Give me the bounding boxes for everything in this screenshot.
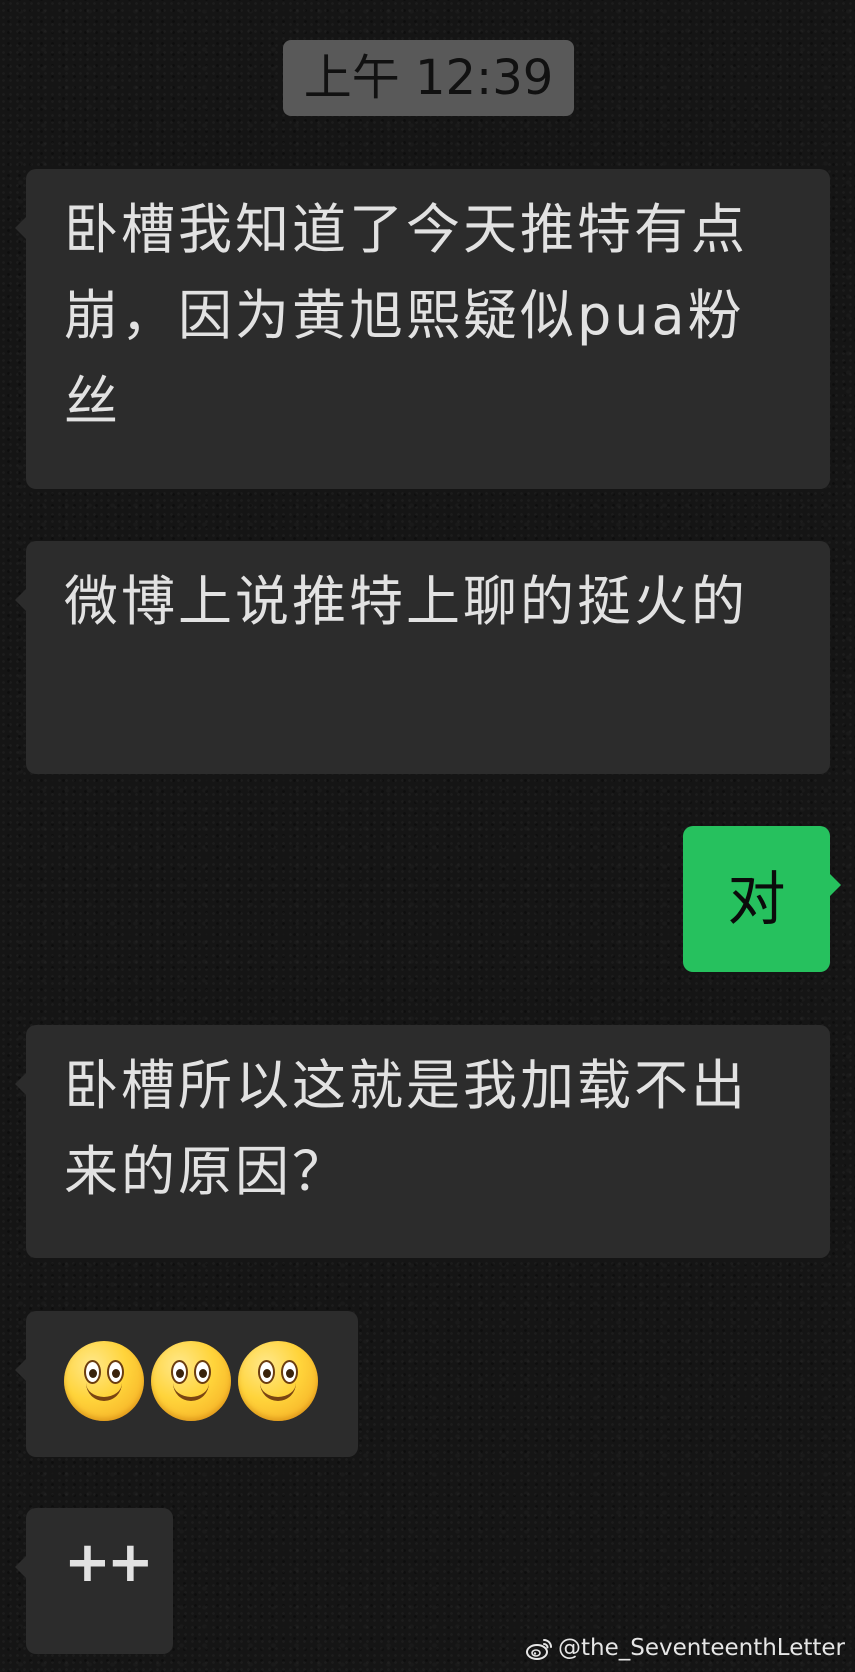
- timestamp: 上午 12:39: [283, 40, 574, 116]
- message-text: 对: [727, 865, 786, 933]
- message-text: 卧槽所以这就是我加载不出来的原因？: [64, 1054, 748, 1203]
- smile-emoji-icon: [64, 1341, 144, 1421]
- weibo-watermark: @the_SeventeenthLetter: [525, 1632, 845, 1664]
- message-bubble-incoming[interactable]: 卧槽所以这就是我加载不出来的原因？: [15, 1025, 830, 1258]
- message-bubble-incoming[interactable]: 卧槽我知道了今天推特有点崩，因为黄旭熙疑似pua粉丝: [15, 169, 830, 489]
- message-bubble-incoming[interactable]: 微博上说推特上聊的挺火的: [15, 541, 830, 774]
- message-bubble-emoji[interactable]: [15, 1311, 358, 1457]
- smile-emoji-icon: [151, 1341, 231, 1421]
- watermark-text: @the_SeventeenthLetter: [557, 1635, 845, 1661]
- message-bubble-outgoing[interactable]: 对: [683, 826, 841, 972]
- message-text: 微博上说推特上聊的挺火的: [64, 570, 748, 633]
- message-text: 卧槽我知道了今天推特有点崩，因为黄旭熙疑似pua粉丝: [64, 198, 748, 433]
- weibo-icon: [525, 1638, 552, 1660]
- smile-emoji-icon: [238, 1341, 318, 1421]
- message-text: ++: [64, 1530, 154, 1595]
- message-bubble-incoming[interactable]: ++: [15, 1508, 173, 1654]
- chat-area: 上午 12:39 卧槽我知道了今天推特有点崩，因为黄旭熙疑似pua粉丝 微博上说…: [0, 0, 855, 1672]
